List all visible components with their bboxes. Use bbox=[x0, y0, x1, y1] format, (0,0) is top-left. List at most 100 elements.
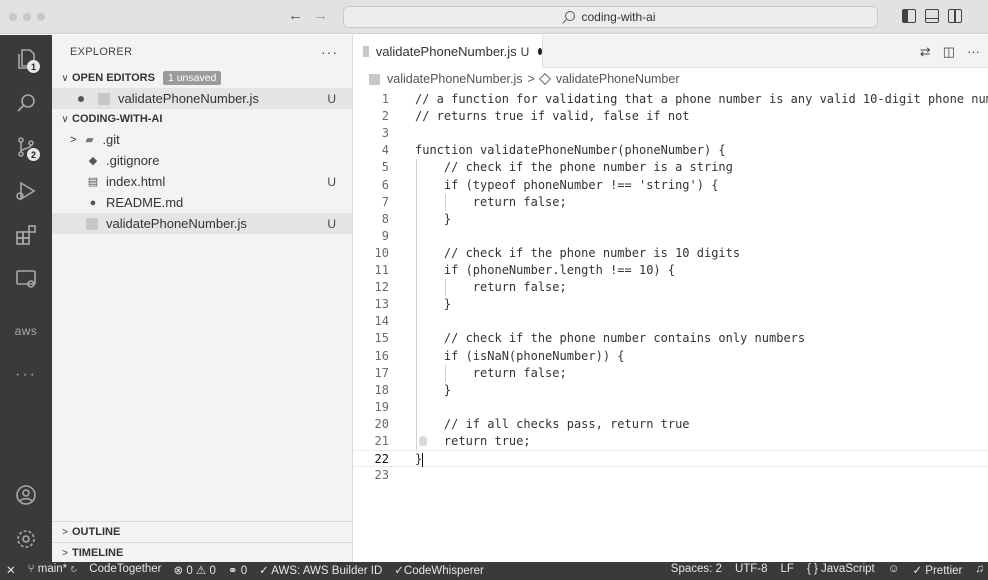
source-control-badge: 2 bbox=[27, 148, 40, 161]
prettier-status[interactable]: ✓ Prettier bbox=[912, 563, 962, 577]
unsaved-dot-icon[interactable] bbox=[538, 48, 542, 55]
js-file-icon bbox=[86, 217, 98, 230]
code-line[interactable]: 10 // check if the phone number is 10 di… bbox=[353, 245, 988, 262]
open-editor-item[interactable]: validatePhoneNumber.js U bbox=[52, 88, 352, 109]
code-line[interactable]: 2 // returns true if valid, false if not bbox=[353, 108, 988, 125]
line-number: 18 bbox=[374, 382, 389, 397]
code-line[interactable]: 16 if (isNaN(phoneNumber)) { bbox=[353, 348, 988, 365]
sync-icon: ↻ bbox=[70, 563, 78, 575]
back-arrow-icon[interactable]: ← bbox=[288, 8, 303, 24]
code-line[interactable]: 4 function validatePhoneNumber(phoneNumbe… bbox=[353, 142, 988, 159]
problems-status[interactable]: ⊗ 0 ⚠ 0 bbox=[174, 563, 216, 577]
codewhisperer-status[interactable]: ✓CodeWhisperer bbox=[394, 563, 484, 577]
code-line[interactable]: 23 bbox=[353, 467, 988, 484]
code-line[interactable]: 5 // check if the phone number is a stri… bbox=[353, 159, 988, 176]
run-debug-activity[interactable] bbox=[0, 169, 52, 213]
accounts-activity[interactable] bbox=[0, 473, 52, 517]
notifications-bell-icon[interactable]: ♫ bbox=[975, 563, 984, 577]
tab-label: validatePhoneNumber.js bbox=[375, 44, 517, 59]
unsaved-dot-icon[interactable] bbox=[78, 95, 84, 102]
eol-status[interactable]: LF bbox=[781, 563, 794, 577]
project-folder-label: CODING-WITH-AI bbox=[72, 113, 163, 125]
explorer-sidebar: EXPLORER ··· ∨ OPEN EDITORS 1 unsaved va… bbox=[52, 35, 353, 562]
source-control-activity[interactable]: 2 bbox=[0, 125, 52, 169]
code-line[interactable]: 19 bbox=[353, 399, 988, 416]
status-bar: ✕ ⑂ main* ↻ CodeTogether ⊗ 0 ⚠ 0 ⚭ 0 ✓ A… bbox=[0, 562, 988, 580]
command-center-label: coding-with-ai bbox=[581, 10, 656, 24]
code-line[interactable]: 22} bbox=[353, 450, 988, 468]
indentation-status[interactable]: Spaces: 2 bbox=[671, 563, 722, 577]
code-text: // a function for validating that a phon… bbox=[415, 92, 988, 106]
code-line[interactable]: 11 if (phoneNumber.length !== 10) { bbox=[353, 262, 988, 279]
explorer-more-button[interactable]: ··· bbox=[321, 44, 338, 60]
timeline-section[interactable]: > TIMELINE bbox=[52, 542, 353, 563]
file-name: validatePhoneNumber.js bbox=[106, 216, 247, 231]
line-number: 19 bbox=[374, 399, 389, 414]
outline-section[interactable]: > OUTLINE bbox=[52, 521, 353, 542]
code-editor[interactable]: 1 // a function for validating that a pho… bbox=[353, 89, 988, 562]
manage-activity[interactable] bbox=[0, 517, 52, 561]
lightbulb-icon[interactable] bbox=[419, 436, 427, 446]
open-changes-icon[interactable]: ⇄ bbox=[920, 44, 931, 60]
file-item-readme[interactable]: ● README.md bbox=[52, 192, 352, 213]
explorer-activity[interactable]: 1 bbox=[0, 37, 52, 81]
chevron-right-icon: > bbox=[62, 526, 68, 538]
toggle-panel-icon[interactable] bbox=[925, 9, 939, 23]
code-line[interactable]: 12 return false; bbox=[353, 279, 988, 296]
code-line[interactable]: 17 return false; bbox=[353, 365, 988, 382]
more-activities[interactable]: ··· bbox=[0, 353, 52, 397]
language-mode-status[interactable]: { } JavaScript bbox=[807, 563, 875, 577]
editor-actions: ⇄ ◫ ··· bbox=[920, 44, 980, 60]
branch-indicator[interactable]: ⑂ main* ↻ bbox=[28, 563, 78, 577]
zoom-window-button[interactable] bbox=[37, 13, 45, 21]
toggle-secondary-sidebar-icon[interactable] bbox=[948, 9, 962, 23]
open-editors-section[interactable]: ∨ OPEN EDITORS 1 unsaved bbox=[52, 68, 352, 88]
code-line[interactable]: 1 // a function for validating that a pho… bbox=[353, 91, 988, 108]
file-item-git[interactable]: > ▰ .git bbox=[52, 129, 352, 150]
code-line[interactable]: 14 bbox=[353, 313, 988, 330]
remote-indicator-icon[interactable]: ✕ bbox=[6, 563, 16, 577]
code-line[interactable]: 8 } bbox=[353, 211, 988, 228]
file-name: .git bbox=[102, 132, 120, 147]
minimize-window-button[interactable] bbox=[23, 13, 31, 21]
line-number: 12 bbox=[374, 280, 389, 295]
ports-status[interactable]: ⚭ 0 bbox=[228, 563, 247, 577]
extensions-icon bbox=[16, 225, 36, 245]
aws-activity[interactable]: aws bbox=[0, 309, 52, 353]
aws-status[interactable]: ✓ AWS: AWS Builder ID bbox=[259, 563, 382, 577]
code-line[interactable]: 7 return false; bbox=[353, 194, 988, 211]
file-item-index-html[interactable]: ▤ index.html U bbox=[52, 171, 352, 192]
project-folder-section[interactable]: ∨ CODING-WITH-AI bbox=[52, 109, 352, 129]
more-actions-icon[interactable]: ··· bbox=[967, 44, 980, 60]
command-center-search[interactable]: coding-with-ai bbox=[343, 6, 878, 28]
code-line[interactable]: 9 bbox=[353, 228, 988, 245]
code-line[interactable]: 6 if (typeof phoneNumber !== 'string') { bbox=[353, 177, 988, 194]
breadcrumb-file[interactable]: validatePhoneNumber.js bbox=[387, 72, 523, 86]
split-editor-icon[interactable]: ◫ bbox=[943, 44, 955, 60]
code-line[interactable]: 13 } bbox=[353, 296, 988, 313]
open-editor-filename: validatePhoneNumber.js bbox=[118, 91, 259, 106]
title-bar: ← → coding-with-ai bbox=[0, 0, 988, 34]
codetogether-status[interactable]: CodeTogether bbox=[89, 563, 161, 577]
code-text: function validatePhoneNumber(phoneNumber… bbox=[415, 143, 726, 158]
breadcrumb-symbol[interactable]: validatePhoneNumber bbox=[556, 72, 680, 86]
code-line[interactable]: 15 // check if the phone number contains… bbox=[353, 330, 988, 347]
file-item-validatephonenumber[interactable]: validatePhoneNumber.js U bbox=[52, 213, 352, 234]
tab-validatephonenumber[interactable]: validatePhoneNumber.js U bbox=[353, 35, 543, 68]
encoding-status[interactable]: UTF-8 bbox=[735, 563, 768, 577]
navigation-arrows: ← → bbox=[288, 8, 328, 24]
copilot-icon[interactable]: ☺ bbox=[888, 563, 900, 577]
search-activity[interactable] bbox=[0, 81, 52, 125]
toggle-sidebar-icon[interactable] bbox=[902, 9, 916, 23]
forward-arrow-icon[interactable]: → bbox=[313, 8, 328, 24]
file-name: README.md bbox=[106, 195, 184, 210]
close-window-button[interactable] bbox=[9, 13, 17, 21]
code-line[interactable]: 3 bbox=[353, 125, 988, 142]
code-line[interactable]: 21 return true; bbox=[353, 433, 988, 450]
code-line[interactable]: 18 } bbox=[353, 382, 988, 399]
remote-explorer-activity[interactable] bbox=[0, 257, 52, 301]
code-line[interactable]: 20 // if all checks pass, return true bbox=[353, 416, 988, 433]
file-item-gitignore[interactable]: ◆ .gitignore bbox=[52, 150, 352, 171]
symbol-method-icon bbox=[538, 72, 551, 86]
extensions-activity[interactable] bbox=[0, 213, 52, 257]
